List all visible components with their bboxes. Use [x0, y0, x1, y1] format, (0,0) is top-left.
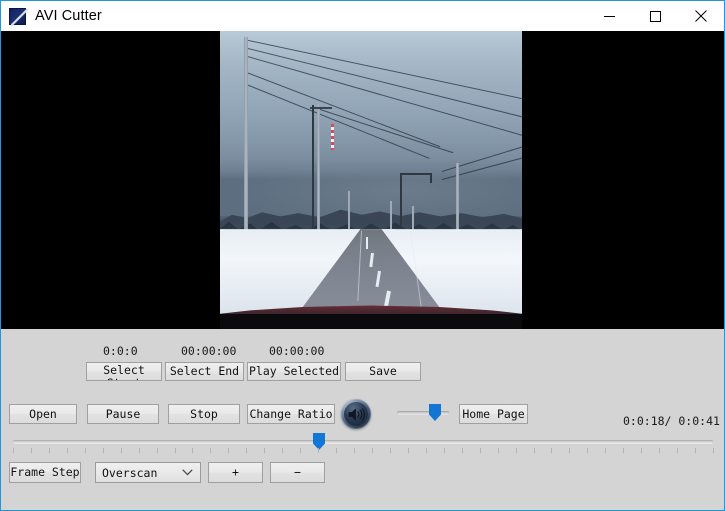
- window-controls: [586, 1, 724, 31]
- seek-tick: [480, 448, 481, 453]
- seek-tick: [605, 448, 606, 453]
- seek-tick: [157, 448, 158, 453]
- street-lamp-head: [430, 173, 432, 183]
- utility-pole: [390, 201, 392, 231]
- pause-button[interactable]: Pause: [87, 404, 159, 424]
- volume-slider-thumb[interactable]: [429, 404, 441, 421]
- seek-tick: [569, 448, 570, 453]
- speaker-icon: [348, 408, 365, 421]
- seek-tick: [551, 448, 552, 453]
- video-frame[interactable]: [220, 31, 522, 329]
- app-window: AVI Cutter: [0, 0, 725, 511]
- avi-cutter-icon: [9, 8, 26, 25]
- seek-tick: [623, 448, 624, 453]
- seek-tick: [641, 448, 642, 453]
- road-dash: [366, 237, 368, 249]
- close-button[interactable]: [678, 1, 724, 31]
- zoom-out-button[interactable]: −: [270, 462, 325, 483]
- title-bar: AVI Cutter: [1, 1, 724, 31]
- seek-tick: [534, 448, 535, 453]
- zoom-in-button[interactable]: +: [208, 462, 263, 483]
- seek-tick: [444, 448, 445, 453]
- seek-tick: [390, 448, 391, 453]
- seek-tick: [246, 448, 247, 453]
- seek-tick: [713, 448, 714, 453]
- start-time-label: 0:0:0: [103, 344, 138, 358]
- road-marker-post: [331, 124, 334, 150]
- window-title: AVI Cutter: [35, 8, 102, 24]
- seek-tick: [695, 448, 696, 453]
- seek-tick: [175, 448, 176, 453]
- video-area[interactable]: [1, 31, 724, 329]
- maximize-button[interactable]: [632, 1, 678, 31]
- seek-tick: [516, 448, 517, 453]
- seek-tick: [462, 448, 463, 453]
- street-lamp-post: [312, 105, 314, 231]
- utility-pole: [348, 191, 350, 229]
- control-panel: 0:0:0 00:00:00 00:00:00 Select Start Sel…: [1, 329, 724, 510]
- utility-pole: [317, 103, 320, 233]
- seek-tick: [318, 448, 319, 453]
- seek-tick: [85, 448, 86, 453]
- close-icon: [695, 10, 707, 22]
- change-ratio-button[interactable]: Change Ratio: [247, 404, 335, 424]
- utility-pole: [456, 163, 459, 231]
- select-end-button[interactable]: Select End: [165, 362, 244, 381]
- play-selected-button[interactable]: Play Selected: [247, 362, 341, 381]
- seek-tick: [121, 448, 122, 453]
- seek-tick: [354, 448, 355, 453]
- seek-tick: [659, 448, 660, 453]
- maximize-icon: [650, 11, 661, 22]
- seek-tick: [300, 448, 301, 453]
- seek-tick: [31, 448, 32, 453]
- seek-tick: [587, 448, 588, 453]
- seek-tick: [49, 448, 50, 453]
- seek-tick: [228, 448, 229, 453]
- seek-tick-marks: [13, 448, 713, 453]
- seek-tick: [264, 448, 265, 453]
- title-bar-left: AVI Cutter: [1, 8, 102, 25]
- end-time-label: 00:00:00: [181, 344, 236, 358]
- save-button[interactable]: Save: [345, 362, 421, 381]
- seek-tick: [67, 448, 68, 453]
- car-dashboard: [220, 314, 522, 329]
- seek-tick: [210, 448, 211, 453]
- minimize-button[interactable]: [586, 1, 632, 31]
- seek-tick: [408, 448, 409, 453]
- seek-tick: [192, 448, 193, 453]
- seek-tick: [677, 448, 678, 453]
- overscan-select-value: Overscan: [96, 466, 157, 480]
- seek-tick: [139, 448, 140, 453]
- frame-step-button[interactable]: Frame Step: [9, 462, 81, 483]
- minimize-icon: [604, 11, 615, 22]
- seek-tick: [103, 448, 104, 453]
- volume-slider-track[interactable]: [397, 411, 449, 415]
- volume-button[interactable]: [341, 399, 371, 429]
- stop-button[interactable]: Stop: [168, 404, 240, 424]
- seek-tick: [13, 448, 14, 453]
- street-lamp-post: [400, 173, 402, 231]
- street-lamp-arm: [400, 173, 432, 175]
- utility-pole: [412, 206, 414, 232]
- chevron-down-icon: [182, 469, 193, 476]
- seek-tick: [282, 448, 283, 453]
- seek-slider-track[interactable]: [13, 440, 713, 444]
- select-start-button[interactable]: Select Start: [86, 362, 162, 381]
- seek-tick: [498, 448, 499, 453]
- timecode-display: 0:0:18/ 0:0:41: [623, 414, 720, 428]
- marker-time-row: 0:0:0 00:00:00 00:00:00: [1, 344, 724, 358]
- home-page-button[interactable]: Home Page: [459, 404, 528, 424]
- open-button[interactable]: Open: [9, 404, 77, 424]
- seek-tick: [426, 448, 427, 453]
- seek-tick: [336, 448, 337, 453]
- overscan-select[interactable]: Overscan: [95, 462, 201, 483]
- utility-pole: [244, 37, 248, 242]
- seek-tick: [372, 448, 373, 453]
- play-time-label: 00:00:00: [269, 344, 324, 358]
